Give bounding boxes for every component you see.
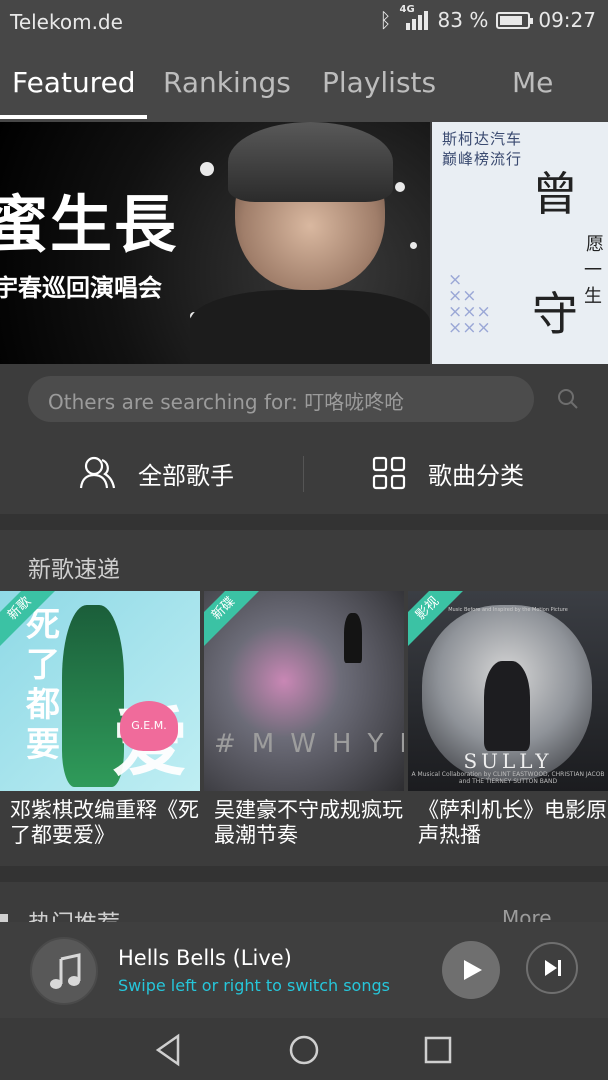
active-tab-indicator [0, 115, 147, 119]
skip-next-icon [545, 960, 561, 976]
new-songs-title: 新歌速递 [28, 557, 120, 583]
section-marker [0, 914, 8, 922]
banner-slide-chart[interactable]: 斯柯达汽车 巅峰榜流行 曾 守 愿 一生 × ×× ××× ××× [432, 122, 608, 364]
all-artists-label: 全部歌手 [138, 461, 234, 490]
battery-percent: 83 % [437, 8, 489, 32]
song-categories-button[interactable]: 歌曲分类 [372, 432, 524, 514]
banner-side-text: 愿 [586, 234, 604, 255]
top-tabs: Featured Rankings Playlists Me [0, 44, 608, 122]
search-placeholder: Others are searching for: 叮咯咙咚呛 [48, 390, 405, 414]
cover-text: SULLY [463, 749, 553, 773]
search-input[interactable]: Others are searching for: 叮咯咙咚呛 [28, 376, 534, 422]
banner-title: 蜜生長 [0, 188, 179, 261]
back-icon[interactable] [150, 1030, 190, 1070]
carrier-name: Telekom.de [10, 10, 123, 34]
category-row: 全部歌手 歌曲分类 [0, 432, 608, 514]
album-cover-mwhyb[interactable]: #MWHYB 新碟 [204, 591, 404, 791]
cover-text: 死了都要 [26, 605, 60, 765]
section-separator [0, 866, 608, 882]
artists-icon [79, 456, 116, 489]
banner-line1: 斯柯达汽车 [442, 130, 523, 148]
album-cover-gem[interactable]: 死了都要 爱 G.E.M. 新歌 [0, 591, 200, 791]
music-note-icon [50, 953, 81, 989]
tab-featured[interactable]: Featured [12, 66, 136, 99]
banner-line2: 巅峰榜流行 [442, 150, 523, 168]
cover-badge: G.E.M. [131, 719, 167, 732]
cover-figure [484, 661, 530, 751]
clock: 09:27 [538, 8, 596, 32]
tab-playlists[interactable]: Playlists [322, 66, 436, 99]
singer-hair [228, 122, 393, 202]
album-caption-1[interactable]: 邓紫棋改编重释《死了都要爱》 [10, 798, 206, 848]
status-icons: ᛒ 4G 83 % 09:27 [379, 4, 596, 32]
cover-credits: A Musical Collaboration by CLINT EASTWOO… [411, 771, 605, 785]
banner-vertical-top: 曾 [532, 167, 578, 221]
new-album-tag: 新碟 [204, 591, 268, 653]
album-cover-sully[interactable]: Music Before and Inspired by the Motion … [408, 591, 608, 791]
battery-icon [496, 11, 534, 29]
all-artists-button[interactable]: 全部歌手 [78, 432, 234, 514]
song-title: Hells Bells (Live) [118, 946, 292, 970]
singer-body [190, 290, 430, 364]
next-button[interactable] [526, 942, 578, 994]
album-caption-2[interactable]: 吴建豪不守成规疯玩最潮节奏 [214, 798, 410, 848]
search-icon[interactable] [557, 388, 579, 410]
song-categories-label: 歌曲分类 [428, 461, 524, 490]
banner-carousel[interactable]: 蜜生長 宇春巡回演唱会 斯柯达汽车 巅峰榜流行 曾 守 愿 一生 × ×× ××× ×… [0, 122, 608, 364]
banner-vertical-bottom: 守 [532, 287, 578, 341]
swipe-hint: Swipe left or right to switch songs [118, 976, 390, 995]
recents-icon[interactable] [418, 1030, 458, 1070]
network-type: 4G [399, 4, 415, 15]
play-button[interactable] [442, 941, 500, 999]
tab-rankings[interactable]: Rankings [163, 66, 291, 99]
signal-icon: 4G [400, 4, 430, 32]
play-icon [464, 960, 482, 980]
status-bar: Telekom.de ᛒ 4G 83 % 09:27 [0, 0, 608, 44]
section-separator [0, 514, 608, 530]
cover-figure [344, 613, 362, 663]
album-art[interactable] [30, 937, 98, 1005]
tab-me[interactable]: Me [512, 66, 553, 99]
heart-icon: G.E.M. [120, 701, 178, 751]
mini-player[interactable]: Hells Bells (Live) Swipe left or right t… [0, 922, 608, 1018]
album-caption-3[interactable]: 《萨利机长》电影原声热播 [418, 798, 608, 848]
bluetooth-icon: ᛒ [379, 8, 392, 32]
cover-text: #MWHYB [214, 729, 404, 759]
banner-slide-concert[interactable]: 蜜生長 宇春巡回演唱会 [0, 122, 430, 364]
banner-subtitle: 宇春巡回演唱会 [0, 274, 162, 302]
grid-icon [372, 456, 406, 490]
banner-x-pattern: × ×× ××× ××× [448, 270, 491, 338]
home-icon[interactable] [284, 1030, 324, 1070]
navigation-bar [0, 1018, 608, 1080]
category-divider [303, 456, 304, 492]
